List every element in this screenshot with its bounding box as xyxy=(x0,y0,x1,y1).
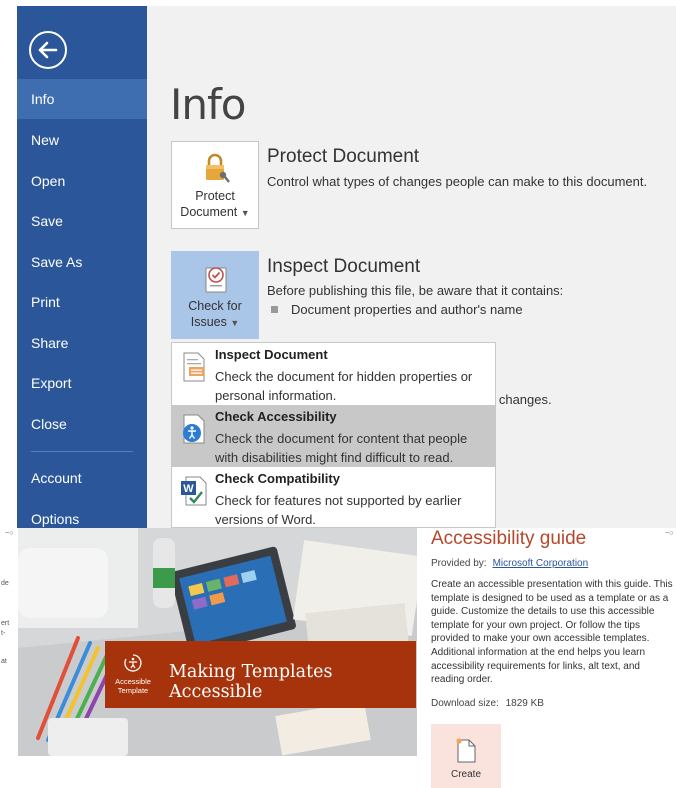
sidebar-item-export[interactable]: Export xyxy=(17,363,147,403)
check-for-issues-menu: Inspect Document Check the document for … xyxy=(171,342,496,528)
menu-item-title: Check Compatibility xyxy=(215,471,340,486)
inspect-document-icon xyxy=(183,352,205,382)
accessibility-icon xyxy=(124,654,142,672)
lock-key-icon xyxy=(206,153,230,183)
word-backstage: Info New Open Save Save As Print Share E… xyxy=(0,0,676,528)
protect-label-line2: Document xyxy=(180,205,238,219)
backstage-sidebar: Info New Open Save Save As Print Share E… xyxy=(17,6,147,528)
template-title-banner: Accessible Template Making Templates Acc… xyxy=(105,641,416,708)
inspect-bullet-text: Document properties and author's name xyxy=(291,302,523,317)
word-compatibility-icon: W xyxy=(181,476,207,506)
inspect-bullet-item: Document properties and author's name xyxy=(271,302,523,317)
sidebar-item-info[interactable]: Info xyxy=(17,79,147,119)
cutoff-text-fragment: at xyxy=(1,658,7,665)
banner-title: Making Templates Accessible xyxy=(169,662,333,702)
provided-by-label: Provided by: xyxy=(431,558,487,569)
create-label: Create xyxy=(450,769,481,780)
sidebar-divider xyxy=(31,451,133,452)
provider-link[interactable]: Microsoft Corporation xyxy=(493,558,589,569)
sidebar-item-share[interactable]: Share xyxy=(17,323,147,363)
menu-item-title: Check Accessibility xyxy=(215,409,337,424)
bullet-square-icon xyxy=(271,306,278,313)
menu-item-desc: Check the document for content that peop… xyxy=(215,431,468,465)
chevron-down-icon: ▼ xyxy=(230,318,240,328)
back-button[interactable] xyxy=(29,31,67,69)
document-check-icon xyxy=(205,267,227,293)
back-arrow-icon xyxy=(38,41,58,59)
protect-label-line1: Protect xyxy=(195,189,235,203)
sidebar-item-account[interactable]: Account xyxy=(17,458,147,498)
menu-item-check-accessibility[interactable]: Check Accessibility Check the document f… xyxy=(172,405,495,467)
inspect-document-desc: Before publishing this file, be aware th… xyxy=(267,283,564,298)
chevron-down-icon: ▼ xyxy=(240,208,250,218)
template-description: Create an accessible presentation with t… xyxy=(431,579,673,686)
menu-item-desc: Check for features not supported by earl… xyxy=(215,493,462,527)
svg-text:W: W xyxy=(183,483,194,495)
accessibility-icon xyxy=(183,414,205,444)
left-cutoff-text: de ert t- at xyxy=(0,528,16,688)
check-issues-label-line2: Issues xyxy=(190,315,227,329)
new-document-icon xyxy=(456,738,476,763)
check-for-issues-button[interactable]: Check for Issues ▼ xyxy=(171,251,259,339)
protect-document-button[interactable]: Protect Document ▼ xyxy=(171,141,259,229)
menu-item-check-compatibility[interactable]: W Check Compatibility Check for features… xyxy=(172,467,495,529)
obscured-text-fragment: d changes. xyxy=(488,392,552,407)
pin-icon[interactable]: −○ xyxy=(665,530,673,537)
check-for-issues-label: Check for Issues ▼ xyxy=(172,298,258,331)
accessible-template-badge: Accessible Template xyxy=(115,649,151,699)
check-issues-label-line1: Check for xyxy=(188,299,242,313)
sidebar-item-open[interactable]: Open xyxy=(17,161,147,201)
create-button[interactable]: Create xyxy=(431,724,501,788)
sidebar-item-save[interactable]: Save xyxy=(17,201,147,241)
menu-item-desc: Check the document for hidden properties… xyxy=(215,369,473,403)
cutoff-text-fragment: ert xyxy=(1,620,10,627)
cutoff-text-fragment: de xyxy=(1,580,9,587)
template-title: Accessibility guide xyxy=(431,528,587,549)
sidebar-item-options[interactable]: Options xyxy=(17,499,147,528)
protect-document-desc: Control what types of changes people can… xyxy=(267,174,648,189)
sidebar-item-close[interactable]: Close xyxy=(17,404,147,444)
download-size-label: Download size: xyxy=(431,698,499,709)
menu-item-title: Inspect Document xyxy=(215,347,328,362)
sidebar-item-new[interactable]: New xyxy=(17,120,147,160)
download-size-value: 1829 KB xyxy=(505,698,544,709)
inspect-document-title: Inspect Document xyxy=(267,256,421,277)
provided-by: Provided by: Microsoft Corporation xyxy=(431,558,588,569)
cutoff-text-fragment: t- xyxy=(1,630,6,637)
menu-item-inspect-document[interactable]: Inspect Document Check the document for … xyxy=(172,343,495,405)
accessible-template-label: Accessible Template xyxy=(115,677,151,695)
protect-document-title: Protect Document xyxy=(267,146,420,167)
page-title: Info xyxy=(170,80,246,129)
sidebar-item-print[interactable]: Print xyxy=(17,282,147,322)
sidebar-item-save-as[interactable]: Save As xyxy=(17,242,147,282)
protect-document-label: Protect Document ▼ xyxy=(172,188,258,221)
download-size: Download size: 1829 KB xyxy=(431,698,544,709)
